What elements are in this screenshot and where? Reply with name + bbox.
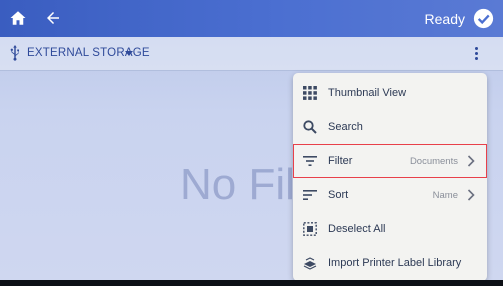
home-icon[interactable] [9,9,27,27]
menu-item-label: Thumbnail View [328,87,407,99]
filter-icon [303,156,317,166]
deselect-icon [303,222,317,236]
back-arrow-icon[interactable] [44,9,62,27]
filter-value: Documents [409,156,458,167]
menu-item-label: Filter [328,155,353,167]
menu-item-label: Deselect All [328,223,386,235]
chevron-down-icon[interactable] [125,51,133,56]
usb-icon [10,45,19,61]
menu-item-label: Import Printer Label Library [328,257,462,269]
menu-item-deselect-all[interactable]: Deselect All [293,212,487,246]
ready-status: Ready [424,11,465,27]
menu-item-label: Sort [328,189,349,201]
chevron-right-icon [467,189,475,201]
menu-item-filter[interactable]: Filter Documents [293,144,487,178]
grid-icon [303,86,317,100]
top-status-bar: Ready [0,0,503,37]
chevron-right-icon [467,155,475,167]
menu-item-sort[interactable]: Sort Name [293,178,487,212]
options-menu: Thumbnail View Search Filter Documents S… [293,73,487,280]
import-icon [303,257,317,270]
storage-header: EXTERNAL STORAGE [0,37,503,71]
check-circle-icon[interactable] [473,8,494,29]
menu-item-label: Search [328,121,363,133]
menu-item-search[interactable]: Search [293,110,487,144]
screen: Ready EXTERNAL STORAGE No File Thumbnail… [0,0,503,280]
sort-icon [303,190,317,200]
sort-value: Name [432,190,458,201]
more-vert-icon[interactable] [475,47,479,61]
search-icon [303,120,317,134]
menu-item-import-printer-label-library[interactable]: Import Printer Label Library [293,246,487,280]
menu-item-thumbnail-view[interactable]: Thumbnail View [293,76,487,110]
